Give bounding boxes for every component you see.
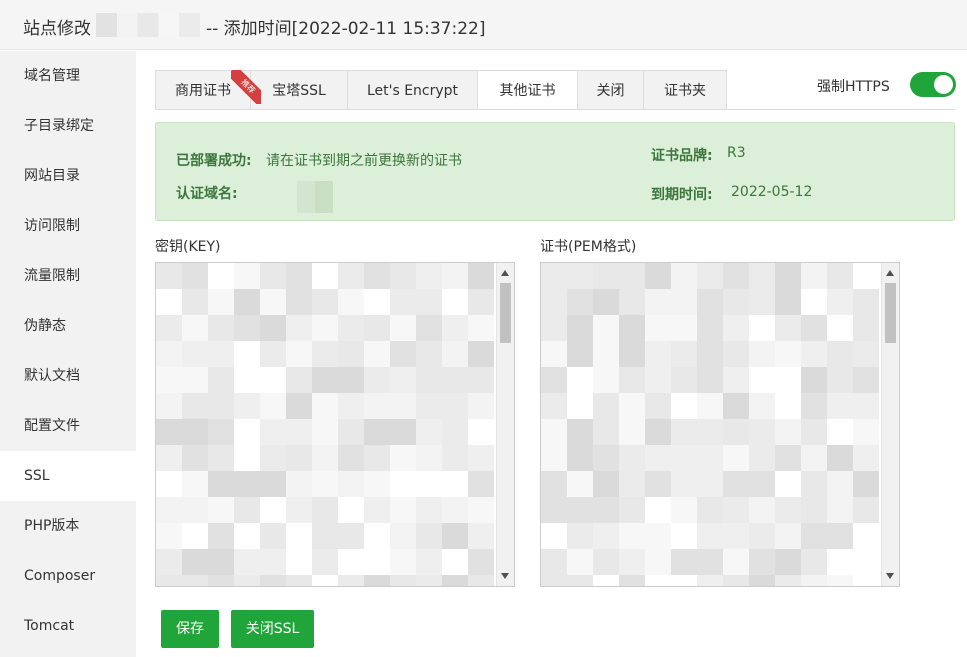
sidebar-item-access[interactable]: 访问限制 (0, 201, 136, 251)
cert-scrollbar[interactable] (881, 263, 899, 586)
tab-lets-encrypt[interactable]: Let's Encrypt (347, 70, 477, 110)
recommended-badge: 推荐 (231, 70, 261, 104)
scroll-down-icon[interactable] (886, 573, 894, 579)
sidebar-item-composer[interactable]: Composer (0, 551, 136, 601)
recommended-badge-text: 推荐 (231, 70, 261, 104)
window-titlebar: 站点修改 -- 添加时间[2022-02-11 15:37:22] (0, 0, 967, 50)
key-label: 密钥(KEY) (155, 239, 221, 255)
key-scrollbar[interactable] (496, 263, 514, 586)
deployed-label: 已部署成功: (176, 153, 252, 169)
sidebar-item-default-doc[interactable]: 默认文档 (0, 351, 136, 401)
force-https-toggle[interactable] (910, 72, 956, 97)
scroll-thumb[interactable] (885, 283, 896, 343)
close-ssl-button[interactable]: 关闭SSL (231, 610, 314, 648)
window-title-prefix: 站点修改 (23, 19, 91, 39)
tab-cert-folder[interactable]: 证书夹 (643, 70, 727, 110)
sidebar-item-traffic[interactable]: 流量限制 (0, 251, 136, 301)
expire-value: 2022-05-12 (731, 184, 813, 200)
tab-close[interactable]: 关闭 (577, 70, 643, 110)
site-name-blurred (96, 13, 200, 37)
sidebar-item-tomcat[interactable]: Tomcat (0, 601, 136, 651)
scroll-thumb[interactable] (500, 283, 511, 343)
scroll-up-icon[interactable] (886, 270, 894, 276)
expire-label: 到期时间: (651, 187, 713, 203)
sidebar-item-rewrite[interactable]: 伪静态 (0, 301, 136, 351)
domain-label: 认证域名: (176, 186, 238, 202)
tabs-divider (155, 109, 955, 110)
sidebar-item-php[interactable]: PHP版本 (0, 501, 136, 551)
key-textarea[interactable] (155, 262, 515, 587)
tab-bt-ssl[interactable]: 宝塔SSL (250, 70, 347, 110)
tab-other-cert[interactable]: 其他证书 (477, 70, 577, 110)
cert-textarea[interactable] (540, 262, 900, 587)
cert-label: 证书(PEM格式) (540, 239, 637, 255)
cert-info-panel: 已部署成功: 请在证书到期之前更换新的证书 认证域名: 证书品牌: R3 到期时… (155, 122, 955, 221)
save-button[interactable]: 保存 (161, 610, 219, 648)
sidebar: 域名管理 子目录绑定 网站目录 访问限制 流量限制 伪静态 默认文档 配置文件 … (0, 51, 136, 657)
sidebar-item-config[interactable]: 配置文件 (0, 401, 136, 451)
domain-value-blurred (279, 181, 351, 213)
deployed-text: 请在证书到期之前更换新的证书 (266, 153, 462, 169)
toggle-knob (934, 75, 953, 94)
sidebar-item-domain[interactable]: 域名管理 (0, 51, 136, 101)
brand-label: 证书品牌: (651, 148, 713, 164)
scroll-down-icon[interactable] (501, 573, 509, 579)
brand-value: R3 (727, 145, 746, 161)
sidebar-item-ssl[interactable]: SSL (0, 451, 136, 501)
sidebar-item-webdir[interactable]: 网站目录 (0, 151, 136, 201)
cert-content-blurred (541, 263, 881, 586)
window-title-suffix: -- 添加时间[2022-02-11 15:37:22] (206, 19, 486, 39)
scroll-up-icon[interactable] (501, 270, 509, 276)
key-content-blurred (156, 263, 496, 586)
sidebar-item-subdir[interactable]: 子目录绑定 (0, 101, 136, 151)
force-https-label: 强制HTTPS (817, 79, 890, 95)
